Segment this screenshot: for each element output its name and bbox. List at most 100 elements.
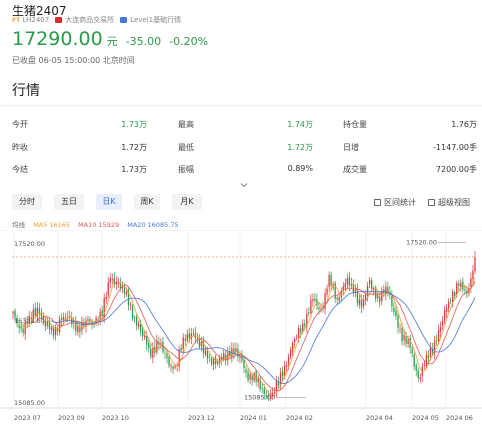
candle-body: [360, 299, 363, 308]
stat-value-settle: 1.73万: [121, 165, 147, 174]
candle-body: [217, 361, 219, 365]
candle-body: [111, 279, 113, 281]
candle-body: [36, 307, 38, 317]
chevron-down-icon[interactable]: [240, 181, 248, 189]
candle-body: [67, 316, 69, 318]
candle-body: [125, 291, 128, 295]
candle-body: [63, 317, 65, 321]
candle-body: [133, 317, 136, 318]
candle-body: [452, 291, 454, 302]
candle-body: [304, 323, 306, 326]
candle-body: [146, 335, 148, 345]
level1-icon: [120, 17, 128, 23]
candle-body: [188, 333, 190, 338]
candle-body: [251, 375, 253, 381]
stat-value-high: 1.74万: [287, 120, 313, 129]
kline-chart[interactable]: 17520.00 16302.50 15085.00 17520.00 15085…: [0, 230, 482, 425]
candle-body: [212, 358, 215, 365]
candle-body: [318, 307, 320, 310]
tab-five-day[interactable]: 五日: [54, 194, 84, 210]
candle-body: [427, 355, 430, 359]
contract-meta: FT LH2407 大连商品交易所 Level1基础行情: [12, 15, 181, 25]
tab-minute[interactable]: 分时: [12, 194, 42, 210]
candle-body: [87, 318, 89, 322]
candle-body: [401, 328, 403, 342]
candle-body: [65, 318, 67, 319]
ma20-label: MA20 16085.75: [127, 221, 179, 229]
candle-body: [287, 357, 290, 365]
candle-body: [302, 323, 304, 332]
y-tick-label: 17520.00: [14, 240, 45, 248]
candle-body: [450, 300, 452, 302]
candle-body: [454, 292, 456, 297]
candle-body: [249, 374, 251, 380]
candle-body: [326, 288, 328, 295]
candle-body: [52, 327, 55, 337]
min-price-label: 15085.00: [244, 393, 275, 401]
candle-body: [101, 310, 103, 317]
tab-daily-k[interactable]: 日K: [96, 194, 122, 210]
candle-body: [208, 357, 211, 358]
candle-body: [77, 326, 79, 333]
last-price: 17290.00: [12, 28, 103, 50]
section-title: 行情: [12, 83, 40, 99]
candle-body: [172, 366, 174, 370]
super-view-button[interactable]: 超级视图: [428, 197, 470, 208]
ma10-label: MA10 15929: [78, 221, 120, 229]
candle-body: [423, 364, 425, 366]
candle-body: [316, 299, 318, 306]
candle-body: [470, 278, 472, 288]
level1-label: Level1基础行情: [130, 16, 182, 24]
stat-value-open-interest: 1.76万: [451, 120, 477, 129]
candle-body: [131, 306, 134, 319]
candle-body: [289, 350, 292, 357]
candle-body: [464, 289, 466, 290]
candle-body: [233, 348, 235, 354]
candle-body: [184, 339, 186, 341]
stat-value-volume: 7200.00手: [435, 165, 477, 174]
candle-body: [312, 299, 314, 302]
stat-value-amplitude: 0.89%: [287, 164, 313, 173]
stat-label-open-interest: 持仓量: [343, 120, 367, 129]
candle-body: [160, 342, 162, 344]
candle-body: [314, 298, 316, 301]
candle-body: [22, 328, 24, 333]
candle-body: [137, 324, 140, 328]
market-status: 已收盘 06-05 15:00:00 北京时间: [12, 56, 135, 65]
candle-body: [370, 280, 373, 289]
candle-body: [12, 312, 14, 314]
price-change: -35.00: [125, 35, 162, 48]
candle-body: [419, 376, 421, 380]
tab-weekly-k[interactable]: 周K: [134, 194, 160, 210]
candle-body: [358, 299, 361, 305]
candle-body: [200, 341, 203, 347]
candle-body: [107, 282, 109, 296]
candle-body: [338, 297, 340, 301]
candle-body: [417, 370, 419, 378]
candle-body: [407, 339, 409, 345]
price-unit: 元: [106, 35, 118, 48]
candle-body: [69, 315, 71, 317]
stat-label-volume: 成交量: [343, 165, 367, 174]
candle-body: [60, 317, 63, 320]
candle-body: [204, 350, 207, 355]
price-change-pct: -0.20%: [169, 35, 209, 48]
range-stats-label: 区间统计: [384, 198, 416, 207]
candle-body: [275, 381, 278, 392]
candle-body: [196, 338, 199, 340]
candle-body: [293, 338, 296, 343]
candle-body: [456, 283, 458, 295]
tab-monthly-k[interactable]: 月K: [172, 194, 202, 210]
candle-body: [186, 334, 188, 341]
candle-body: [247, 371, 249, 381]
stat-value-low: 1.72万: [287, 143, 313, 152]
candle-body: [352, 285, 355, 293]
candle-body: [198, 339, 201, 348]
candle-body: [298, 327, 300, 338]
candle-body: [330, 274, 332, 286]
candle-body: [73, 323, 75, 324]
candle-body: [395, 310, 397, 317]
candle-body: [18, 324, 20, 328]
super-view-label: 超级视图: [438, 198, 470, 207]
range-stats-button[interactable]: 区间统计: [374, 197, 416, 208]
